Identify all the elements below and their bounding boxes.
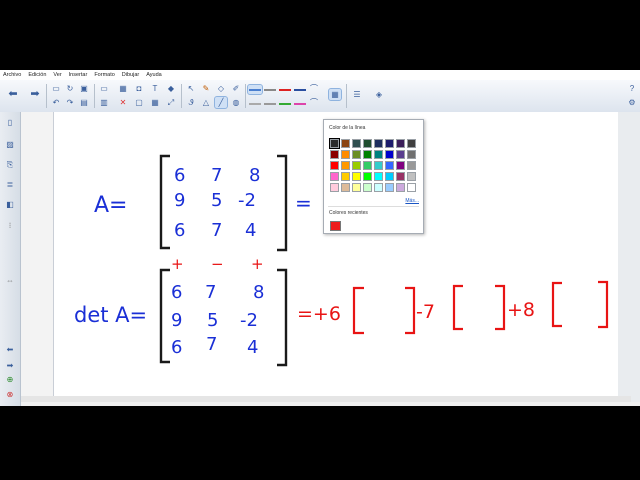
d11: 6 bbox=[171, 282, 182, 303]
color-swatch-grid bbox=[329, 138, 416, 192]
sign-plus-1: + bbox=[171, 255, 184, 273]
a32: 7 bbox=[211, 220, 222, 241]
term-plus-6: =+6 bbox=[297, 303, 341, 325]
a12: 7 bbox=[211, 165, 222, 186]
color-swatch[interactable] bbox=[330, 150, 339, 159]
color-swatch[interactable] bbox=[385, 150, 394, 159]
sign-plus-2: + bbox=[251, 255, 264, 273]
a22: 5 bbox=[211, 190, 222, 211]
det-left-bracket bbox=[159, 268, 170, 364]
color-swatch[interactable] bbox=[363, 150, 372, 159]
sign-minus: − bbox=[211, 255, 224, 273]
d22: 5 bbox=[207, 310, 218, 331]
color-swatch[interactable] bbox=[352, 161, 361, 170]
d33: 4 bbox=[247, 337, 258, 358]
color-swatch[interactable] bbox=[407, 150, 416, 159]
color-swatch[interactable] bbox=[363, 161, 372, 170]
matrix-label: A= bbox=[94, 193, 127, 218]
popup-divider bbox=[328, 206, 419, 207]
color-swatch[interactable] bbox=[363, 183, 372, 192]
equals-sign: = bbox=[295, 191, 312, 215]
popup-title: Color de la línea bbox=[329, 125, 366, 131]
term-minus-7: -7 bbox=[416, 301, 435, 323]
color-swatch[interactable] bbox=[396, 161, 405, 170]
color-swatch[interactable] bbox=[374, 172, 383, 181]
color-swatch[interactable] bbox=[341, 161, 350, 170]
color-swatch[interactable] bbox=[396, 172, 405, 181]
color-swatch[interactable] bbox=[352, 139, 361, 148]
determinant-A: det A= 6 7 8 9 5 -2 6 7 4 bbox=[74, 268, 288, 367]
color-swatch[interactable] bbox=[385, 139, 394, 148]
d13: 8 bbox=[253, 282, 264, 303]
color-swatch[interactable] bbox=[341, 139, 350, 148]
color-swatch[interactable] bbox=[407, 139, 416, 148]
color-swatch[interactable] bbox=[396, 139, 405, 148]
color-swatch[interactable] bbox=[385, 172, 394, 181]
a23: -2 bbox=[238, 190, 256, 211]
color-swatch[interactable] bbox=[329, 138, 340, 149]
color-swatch[interactable] bbox=[352, 183, 361, 192]
det-label: det A= bbox=[74, 303, 147, 327]
a33: 4 bbox=[245, 220, 256, 241]
minor-3-right bbox=[598, 280, 609, 329]
more-colors-link[interactable]: Más... bbox=[405, 198, 419, 204]
line-color-popup: Color de la línea Más... Colores recient… bbox=[323, 119, 424, 234]
left-bracket bbox=[159, 154, 170, 250]
color-swatch[interactable] bbox=[341, 183, 350, 192]
color-swatch[interactable] bbox=[352, 150, 361, 159]
a31: 6 bbox=[174, 220, 185, 241]
color-swatch[interactable] bbox=[363, 172, 372, 181]
color-swatch[interactable] bbox=[385, 183, 394, 192]
minor-2-left bbox=[452, 284, 463, 331]
color-swatch[interactable] bbox=[330, 183, 339, 192]
color-swatch[interactable] bbox=[363, 139, 372, 148]
color-swatch[interactable] bbox=[374, 183, 383, 192]
color-swatch[interactable] bbox=[330, 161, 339, 170]
color-swatch[interactable] bbox=[385, 161, 394, 170]
color-swatch[interactable] bbox=[407, 183, 416, 192]
minor-3-left bbox=[551, 281, 562, 328]
minor-1-right bbox=[405, 286, 416, 335]
color-swatch[interactable] bbox=[396, 183, 405, 192]
handwriting-layer: A= 6 7 8 9 5 -2 6 7 4 = + − + det A= 6 7… bbox=[74, 154, 609, 367]
color-swatch[interactable] bbox=[374, 150, 383, 159]
d31: 6 bbox=[171, 337, 182, 358]
minor-1-left bbox=[352, 286, 364, 335]
a13: 8 bbox=[249, 165, 260, 186]
color-swatch[interactable] bbox=[330, 172, 339, 181]
color-swatch[interactable] bbox=[396, 150, 405, 159]
d23: -2 bbox=[240, 310, 258, 331]
cofactor-expansion: =+6 -7 +8 bbox=[297, 280, 609, 335]
color-swatch[interactable] bbox=[407, 172, 416, 181]
matrix-A: A= 6 7 8 9 5 -2 6 7 4 = bbox=[94, 154, 312, 252]
d32: 7 bbox=[206, 334, 217, 355]
a21: 9 bbox=[174, 190, 185, 211]
recent-colors-label: Colores recientes bbox=[329, 210, 368, 216]
cofactor-signs: + − + bbox=[171, 255, 264, 273]
color-swatch[interactable] bbox=[374, 161, 383, 170]
d21: 9 bbox=[171, 310, 182, 331]
a11: 6 bbox=[174, 165, 185, 186]
color-swatch[interactable] bbox=[352, 172, 361, 181]
right-bracket bbox=[277, 154, 288, 252]
minor-2-right bbox=[495, 284, 506, 331]
color-swatch[interactable] bbox=[374, 139, 383, 148]
det-right-bracket bbox=[277, 268, 288, 367]
d12: 7 bbox=[205, 282, 216, 303]
color-swatch[interactable] bbox=[341, 150, 350, 159]
color-swatch[interactable] bbox=[341, 172, 350, 181]
recent-color-swatch[interactable] bbox=[330, 221, 341, 231]
color-swatch[interactable] bbox=[407, 161, 416, 170]
term-plus-8: +8 bbox=[507, 299, 535, 321]
